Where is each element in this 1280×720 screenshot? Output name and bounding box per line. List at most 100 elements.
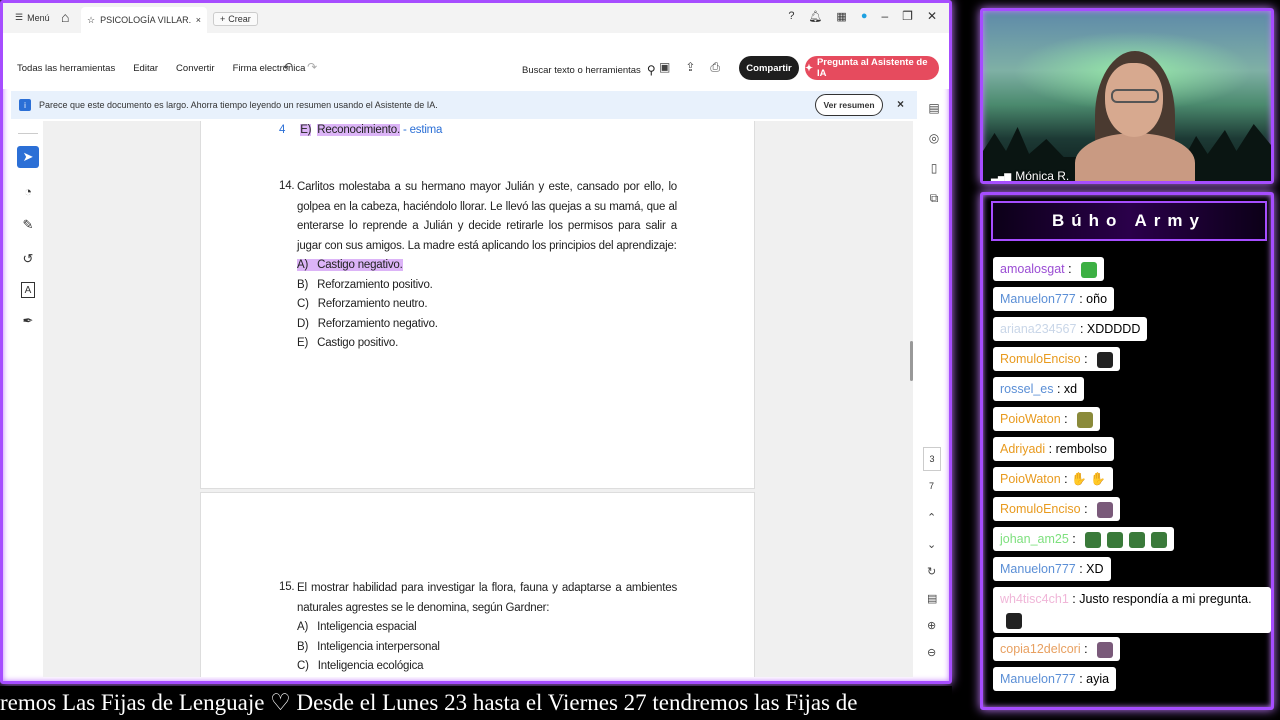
- info-icon: i: [19, 99, 31, 111]
- scrolling-ticker: remos Las Fijas de Lenguaje ♡ Desde el L…: [0, 686, 952, 720]
- account-icon[interactable]: ●: [861, 10, 868, 22]
- restore-icon[interactable]: ❐: [902, 9, 913, 23]
- chat-username[interactable]: RomuloEnciso: [1000, 502, 1081, 516]
- all-tools-menu[interactable]: Todas las herramientas: [17, 63, 115, 74]
- comments-icon[interactable]: ◎: [929, 131, 939, 145]
- home-icon[interactable]: ⌂: [61, 9, 69, 25]
- streamer-body: [1075, 133, 1195, 181]
- option-c: C) Inteligencia ecológica: [297, 660, 424, 673]
- tab-title: PSICOLOGÍA VILLAR...: [100, 15, 191, 25]
- chat-message: RomuloEnciso :: [993, 347, 1121, 371]
- chevron-up-icon[interactable]: ⌃: [927, 511, 937, 524]
- question-14-text: Carlitos molestaba a su hermano mayor Ju…: [297, 181, 677, 252]
- zoom-out-icon[interactable]: ⊖: [927, 646, 937, 659]
- share-button[interactable]: Compartir: [739, 56, 799, 80]
- chat-username[interactable]: rossel_es: [1000, 382, 1054, 396]
- chat-text: : Justo respondía a mi pregunta.: [1068, 592, 1252, 606]
- chat-username[interactable]: ariana234567: [1000, 322, 1076, 336]
- current-page-field[interactable]: 3: [923, 447, 941, 471]
- question-15-number: 15.: [279, 581, 295, 593]
- edit-menu[interactable]: Editar: [133, 63, 158, 74]
- webcam-frame: ▂▄▆ Mónica R.: [980, 8, 1274, 184]
- hamburger-icon: ☰: [15, 12, 24, 22]
- option-b: B) Inteligencia interpersonal: [297, 640, 440, 653]
- chat-username[interactable]: Adriyadi: [1000, 442, 1045, 456]
- document-viewer[interactable]: 4 E) Reconocimiento. - estima 14. Carlit…: [43, 121, 913, 677]
- chat-text: :: [1064, 262, 1076, 276]
- view-summary-button[interactable]: Ver resumen: [815, 94, 883, 116]
- stamp-icon[interactable]: ✒: [17, 310, 39, 332]
- chat-username[interactable]: PoioWaton: [1000, 412, 1061, 426]
- chat-text: : oño: [1075, 292, 1108, 306]
- ai-assistant-icon: ✦: [805, 62, 813, 74]
- chat-username[interactable]: Manuelon777: [1000, 562, 1076, 576]
- comment-icon[interactable]: ◔: [17, 180, 39, 202]
- redo-icon[interactable]: ↷: [307, 60, 317, 74]
- document-icon[interactable]: ▤: [927, 592, 937, 605]
- chat-text: :: [1080, 502, 1092, 516]
- glasses: [1111, 89, 1159, 103]
- chat-username[interactable]: amoalosgat: [1000, 262, 1065, 276]
- chat-username[interactable]: Manuelon777: [1000, 672, 1076, 686]
- chat-username[interactable]: PoioWaton: [1000, 472, 1061, 486]
- apps-grid-icon[interactable]: ▦: [836, 10, 846, 23]
- chat-message: rossel_es : xd: [993, 377, 1085, 401]
- option-d: D) Reforzamiento negativo.: [297, 317, 438, 330]
- option-a: A) Castigo negativo.: [297, 259, 403, 271]
- chat-text: : ✋ ✋: [1060, 472, 1106, 486]
- chat-message: wh4tisc4ch1 : Justo respondía a mi pregu…: [993, 587, 1271, 633]
- pages-icon[interactable]: ⧉: [930, 191, 939, 206]
- chat-text: :: [1060, 412, 1072, 426]
- print-icon[interactable]: ⎙: [710, 60, 720, 75]
- close-window-icon[interactable]: ✕: [927, 9, 937, 23]
- close-tab-icon[interactable]: ×: [196, 15, 201, 25]
- chevron-down-icon[interactable]: ⌄: [927, 538, 937, 551]
- refresh-icon[interactable]: ↻: [927, 565, 937, 578]
- pdf-page: 15. El mostrar habilidad para investigar…: [200, 492, 755, 677]
- webcam-name-label: ▂▄▆ Mónica R.: [991, 169, 1070, 183]
- minimize-icon[interactable]: –: [881, 9, 888, 23]
- emote-icon: [1077, 411, 1094, 428]
- ai-chat-icon[interactable]: ▤: [928, 101, 939, 115]
- search-tools[interactable]: Buscar texto o herramientas ⚲: [522, 63, 656, 77]
- chat-message: Manuelon777 : ayia: [993, 667, 1117, 691]
- ask-ai-button[interactable]: ✦ Pregunta al Asistente de IA: [805, 56, 939, 80]
- chat-username[interactable]: johan_am25: [1000, 532, 1069, 546]
- browser-tab-bar: ☰ Menú ⌂ ☆ PSICOLOGÍA VILLAR... × + Crea…: [3, 3, 949, 33]
- zoom-in-icon[interactable]: ⊕: [927, 619, 937, 632]
- convert-menu[interactable]: Convertir: [176, 63, 215, 74]
- chat-username[interactable]: copia12delcori: [1000, 642, 1081, 656]
- option-a: A) Inteligencia espacial: [297, 621, 417, 633]
- lasso-icon[interactable]: ↺: [17, 248, 39, 270]
- menu-button[interactable]: ☰ Menú: [15, 12, 50, 23]
- pen-icon[interactable]: ✎: [17, 214, 39, 236]
- question-14-options: A) Castigo negativo. B) Reforzamiento po…: [297, 256, 438, 354]
- chat-username[interactable]: Manuelon777: [1000, 292, 1076, 306]
- chat-message: copia12delcori :: [993, 637, 1121, 661]
- chat-message: Adriyadi : rembolso: [993, 437, 1115, 461]
- help-icon[interactable]: ?: [788, 10, 794, 22]
- emote-icon: [1097, 351, 1114, 368]
- chat-username[interactable]: wh4tisc4ch1: [1000, 592, 1069, 606]
- previous-answer: 4 E) Reconocimiento. - estima: [279, 124, 443, 136]
- upload-icon[interactable]: ⇪: [685, 60, 695, 75]
- search-icon: ⚲: [646, 63, 656, 77]
- star-icon[interactable]: ☆: [87, 15, 95, 26]
- text-box-icon[interactable]: A: [21, 282, 35, 298]
- close-notice-icon[interactable]: ×: [897, 97, 904, 111]
- signal-bars-icon: ▂▄▆: [991, 170, 1012, 181]
- document-tab[interactable]: ☆ PSICOLOGÍA VILLAR... ×: [81, 7, 207, 33]
- chat-text: : XDDDDD: [1076, 322, 1141, 336]
- chat-message: johan_am25 :: [993, 527, 1175, 551]
- select-cursor-icon[interactable]: ➤: [17, 146, 39, 168]
- undo-icon[interactable]: ↶: [283, 60, 293, 74]
- chat-message: PoioWaton :: [993, 407, 1101, 431]
- bell-icon[interactable]: 🔔︎: [808, 10, 822, 23]
- bookmark-icon[interactable]: ▯: [931, 161, 938, 175]
- chat-username[interactable]: RomuloEnciso: [1000, 352, 1081, 366]
- chat-text: : ayia: [1075, 672, 1110, 686]
- save-icon[interactable]: ▣: [659, 60, 670, 75]
- chat-message: amoalosgat :: [993, 257, 1105, 281]
- vertical-scrollbar[interactable]: [910, 341, 913, 381]
- create-button[interactable]: + Crear: [213, 12, 258, 26]
